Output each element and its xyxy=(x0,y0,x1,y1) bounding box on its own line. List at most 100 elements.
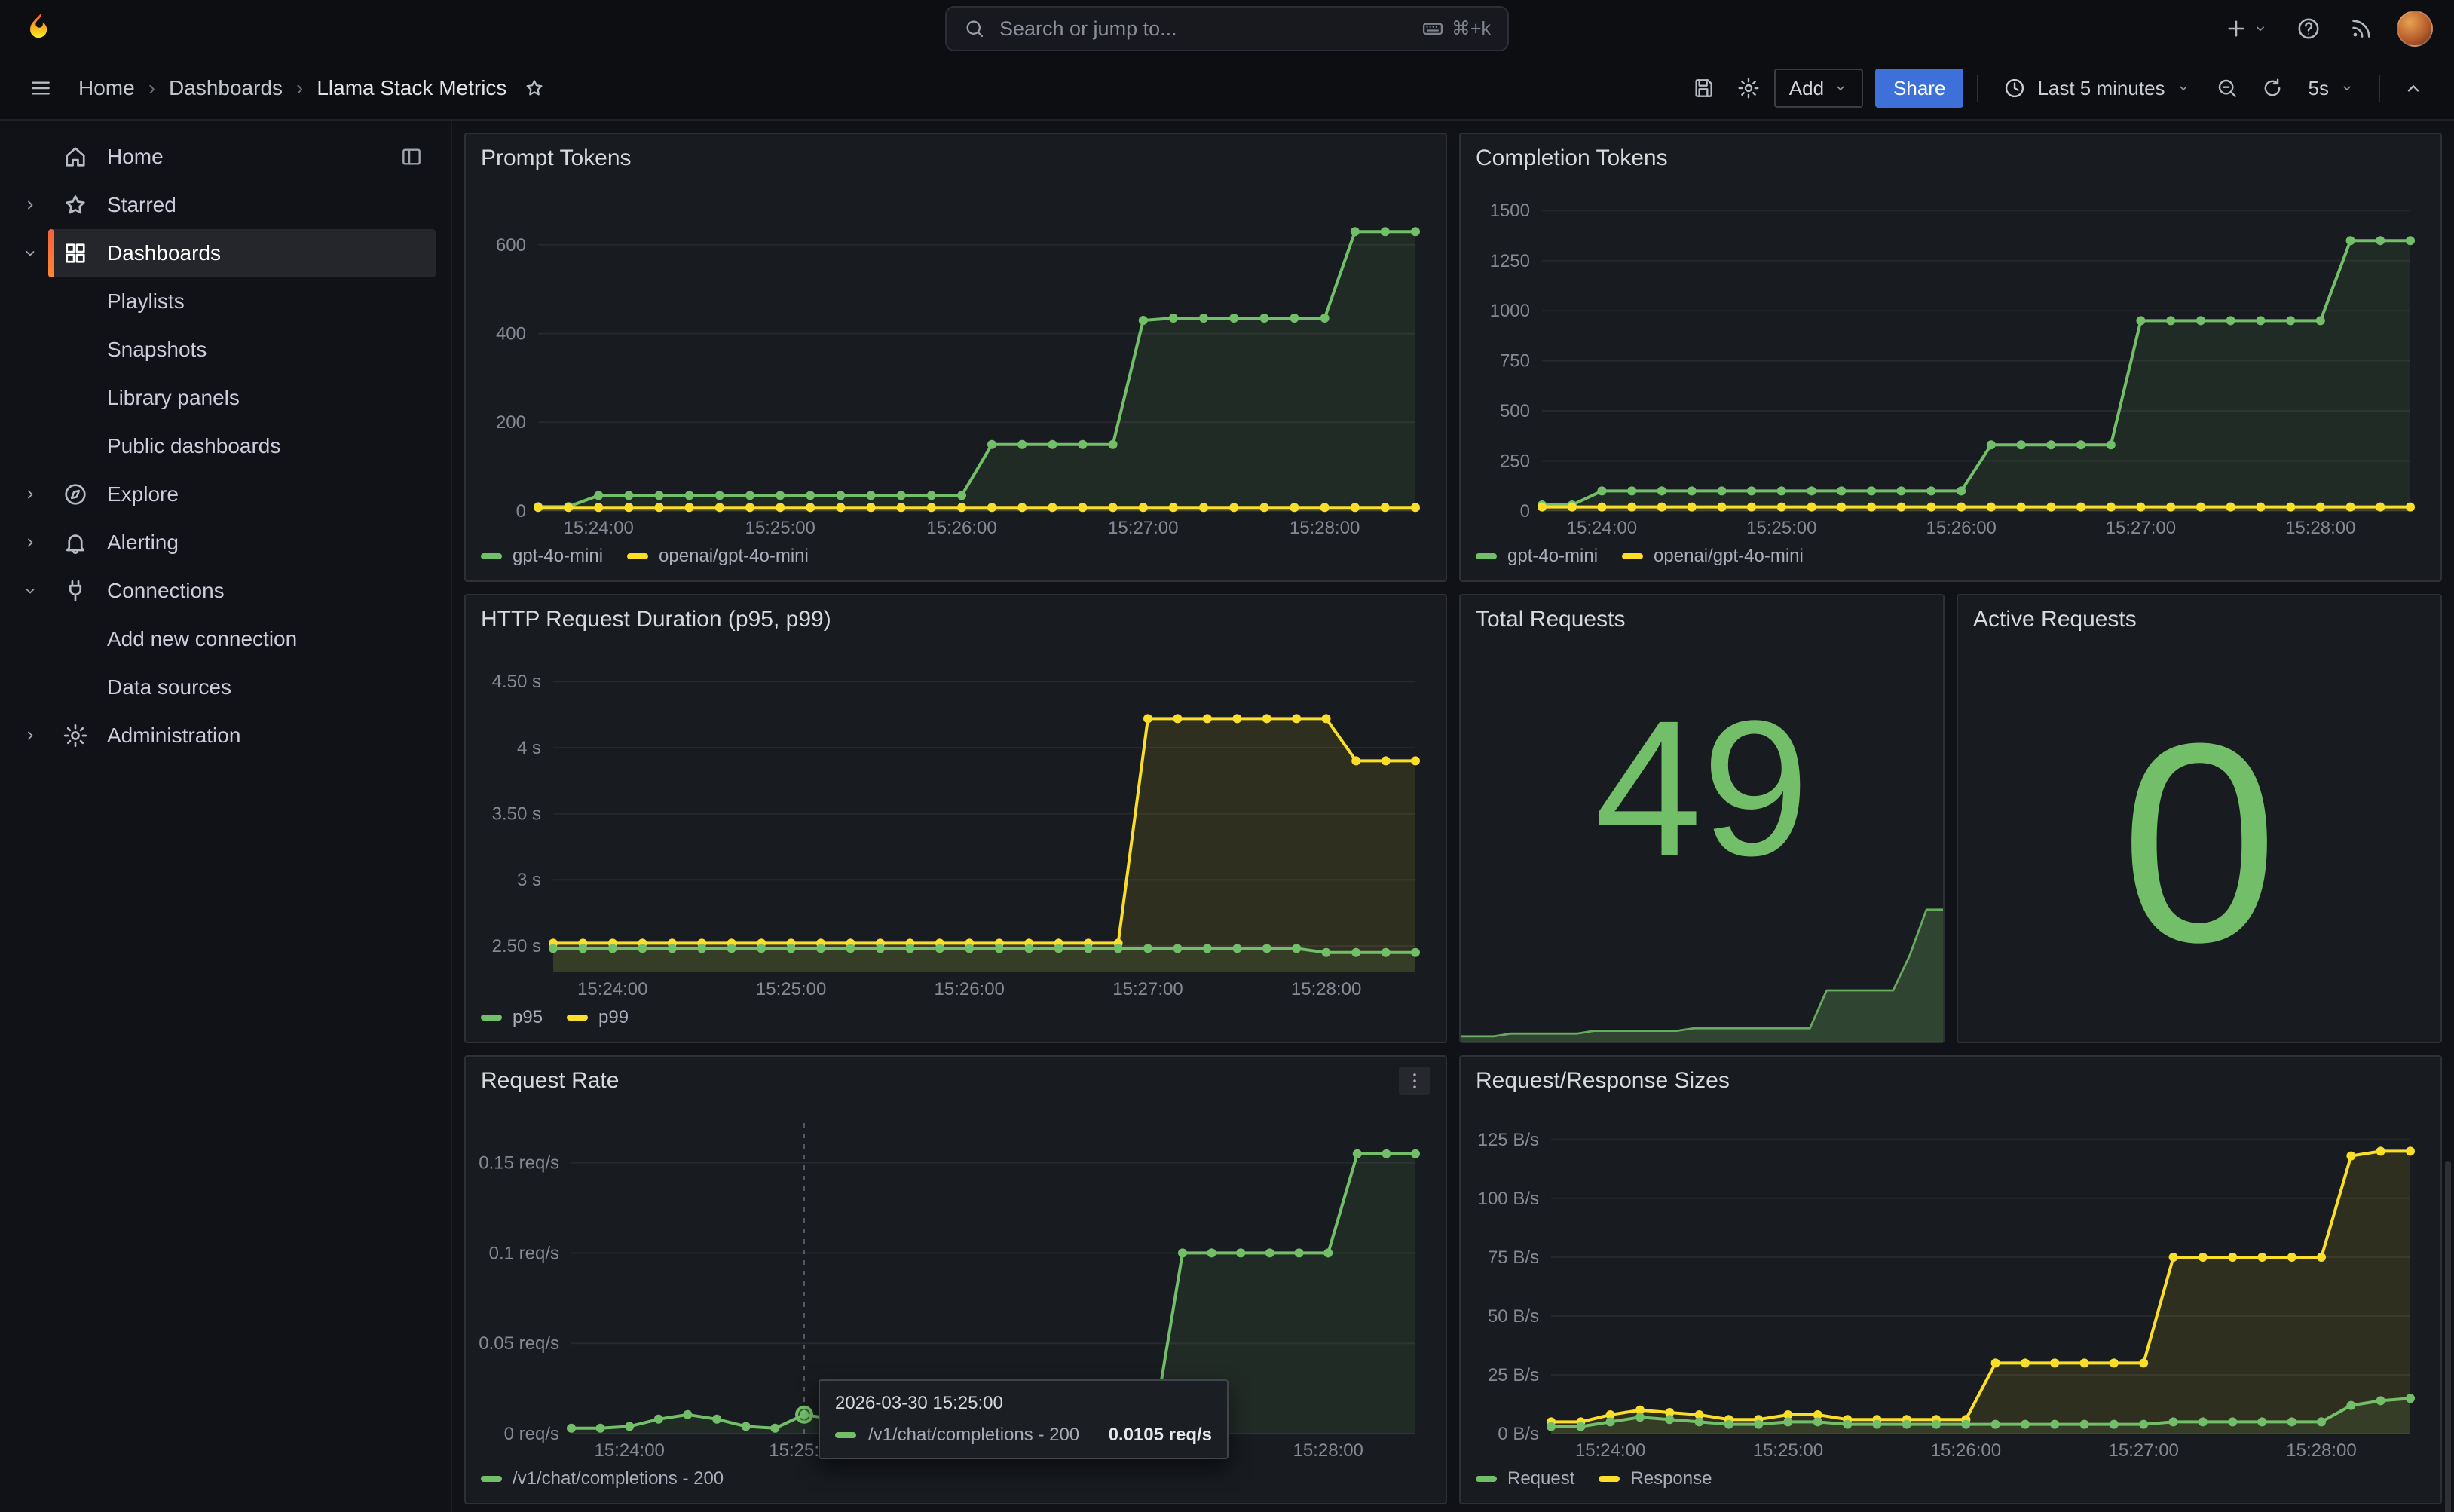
sidebar-item-add-new-connection[interactable]: Add new connection xyxy=(0,615,451,663)
panel-title[interactable]: Completion Tokens xyxy=(1476,145,1668,171)
legend-item[interactable]: gpt-4o-mini xyxy=(481,546,603,567)
avatar[interactable] xyxy=(2397,11,2433,47)
new-button[interactable] xyxy=(2219,11,2273,46)
refresh-button[interactable] xyxy=(2253,69,2292,108)
legend-item[interactable]: Response xyxy=(1599,1468,1712,1489)
chart-tooltip: 2026-03-30 15:25:00 /v1/chat/completions… xyxy=(819,1379,1229,1459)
chevron-down-icon xyxy=(2252,20,2269,37)
sidebar-item-library-panels[interactable]: Library panels xyxy=(0,374,451,422)
scrollbar-thumb[interactable] xyxy=(2445,1161,2451,1512)
sidebar-item-starred[interactable]: Starred xyxy=(0,181,451,229)
search-icon xyxy=(963,17,986,40)
svg-text:15:24:00: 15:24:00 xyxy=(577,979,647,999)
sidebar-item-explore[interactable]: Explore xyxy=(0,470,451,519)
collapse-toolbar-button[interactable] xyxy=(2394,69,2433,108)
legend-item[interactable]: openai/gpt-4o-mini xyxy=(1622,546,1804,567)
panel-legend: gpt-4o-mini openai/gpt-4o-mini xyxy=(1461,541,2440,580)
sidebar-item-administration[interactable]: Administration xyxy=(0,712,451,760)
svg-text:1250: 1250 xyxy=(1490,251,1530,271)
share-button[interactable]: Share xyxy=(1875,69,1963,108)
svg-text:500: 500 xyxy=(1500,401,1530,421)
svg-text:15:24:00: 15:24:00 xyxy=(1575,1440,1645,1461)
panel-title[interactable]: Total Requests xyxy=(1476,607,1625,632)
svg-text:3.50 s: 3.50 s xyxy=(492,804,541,825)
zoom-out-icon xyxy=(2215,76,2239,100)
news-button[interactable] xyxy=(2344,11,2379,46)
svg-text:0 req/s: 0 req/s xyxy=(504,1424,559,1444)
legend-item[interactable]: p95 xyxy=(481,1007,543,1028)
svg-text:15:24:00: 15:24:00 xyxy=(1567,518,1637,538)
mega-menu-button[interactable] xyxy=(21,69,60,108)
tooltip-time: 2026-03-30 15:25:00 xyxy=(835,1393,1212,1414)
completion-tokens-chart[interactable]: 025050075010001250150015:24:0015:25:0015… xyxy=(1470,185,2425,541)
grafana-logo-icon[interactable] xyxy=(21,10,59,47)
panel-legend: /v1/chat/completions - 200 xyxy=(466,1464,1446,1503)
sidebar-item-connections[interactable]: Connections xyxy=(0,567,451,615)
svg-text:250: 250 xyxy=(1500,451,1530,472)
svg-text:15:27:00: 15:27:00 xyxy=(2106,518,2176,538)
sidebar-item-label: Connections xyxy=(107,579,225,603)
add-panel-button[interactable]: Add xyxy=(1774,69,1863,108)
panel-menu-icon[interactable] xyxy=(1399,1067,1430,1095)
panel-title[interactable]: Request/Response Sizes xyxy=(1476,1068,1730,1094)
request-response-sizes-chart[interactable]: 0 B/s25 B/s50 B/s75 B/s100 B/s125 B/s15:… xyxy=(1470,1108,2425,1464)
chevron-down-icon[interactable] xyxy=(12,582,48,600)
breadcrumb-dashboards[interactable]: Dashboards xyxy=(169,76,283,100)
chevron-down-icon xyxy=(1833,81,1848,96)
legend-item[interactable]: openai/gpt-4o-mini xyxy=(627,546,809,567)
chevron-right-icon[interactable] xyxy=(12,196,48,214)
svg-text:15:27:00: 15:27:00 xyxy=(1112,979,1183,999)
prompt-tokens-chart[interactable]: 020040060015:24:0015:25:0015:26:0015:27:… xyxy=(475,185,1430,541)
sidebar-item-alerting[interactable]: Alerting xyxy=(0,519,451,567)
legend-item[interactable]: Request xyxy=(1476,1468,1574,1489)
chevron-right-icon[interactable] xyxy=(12,534,48,552)
sidebar-item-snapshots[interactable]: Snapshots xyxy=(0,326,451,374)
dock-icon[interactable] xyxy=(399,145,424,169)
svg-text:15:26:00: 15:26:00 xyxy=(926,518,996,538)
active-requests-value: 0 xyxy=(2120,701,2278,984)
sidebar-item-data-sources[interactable]: Data sources xyxy=(0,663,451,712)
save-dashboard-button[interactable] xyxy=(1684,69,1723,108)
svg-text:4.50 s: 4.50 s xyxy=(492,672,541,692)
time-range-picker[interactable]: Last 5 minutes xyxy=(1992,69,2201,108)
zoom-out-time-button[interactable] xyxy=(2208,69,2247,108)
panel-legend: Request Response xyxy=(1461,1464,2440,1503)
toolbar-divider xyxy=(2379,75,2380,102)
legend-item[interactable]: /v1/chat/completions - 200 xyxy=(481,1468,724,1489)
chevron-down-icon[interactable] xyxy=(12,244,48,262)
svg-text:0: 0 xyxy=(1520,501,1530,522)
panel-title[interactable]: Active Requests xyxy=(1973,607,2137,632)
svg-text:15:28:00: 15:28:00 xyxy=(2286,1440,2356,1461)
sidebar-item-playlists[interactable]: Playlists xyxy=(0,277,451,326)
star-icon xyxy=(523,77,546,99)
sidebar-item-home[interactable]: Home xyxy=(0,133,451,181)
svg-text:400: 400 xyxy=(496,324,526,344)
legend-item[interactable]: gpt-4o-mini xyxy=(1476,546,1598,567)
plus-icon xyxy=(2223,16,2249,41)
http-duration-chart[interactable]: 2.50 s3 s3.50 s4 s4.50 s15:24:0015:25:00… xyxy=(475,647,1430,1002)
sidebar-item-dashboards[interactable]: Dashboards xyxy=(0,229,451,277)
sidebar-item-label: Dashboards xyxy=(107,241,221,265)
search-input[interactable]: Search or jump to... ⌘+k xyxy=(945,6,1509,51)
svg-text:600: 600 xyxy=(496,235,526,256)
dashboard-settings-button[interactable] xyxy=(1729,69,1768,108)
breadcrumb-separator xyxy=(148,76,155,100)
svg-text:2.50 s: 2.50 s xyxy=(492,936,541,956)
help-button[interactable] xyxy=(2291,11,2326,46)
chevron-right-icon[interactable] xyxy=(12,727,48,745)
svg-text:1500: 1500 xyxy=(1490,200,1530,221)
breadcrumb-home[interactable]: Home xyxy=(78,76,135,100)
legend-item[interactable]: p99 xyxy=(567,1007,629,1028)
chevron-down-icon xyxy=(2339,81,2355,96)
panel-title[interactable]: Prompt Tokens xyxy=(481,145,632,171)
sidebar-item-public-dashboards[interactable]: Public dashboards xyxy=(0,422,451,470)
refresh-interval-picker[interactable]: 5s xyxy=(2298,69,2365,108)
sidebar-item-label: Explore xyxy=(107,482,179,507)
sidebar-nav: HomeStarred Dashboards Playlists Snapshots L… xyxy=(0,121,452,1512)
panel-title[interactable]: Request Rate xyxy=(481,1068,619,1094)
panel-title[interactable]: HTTP Request Duration (p95, p99) xyxy=(481,607,831,632)
favorite-button[interactable] xyxy=(516,69,553,107)
breadcrumb: Home Dashboards Llama Stack Metrics xyxy=(78,76,506,100)
sidebar-item-label: Snapshots xyxy=(107,338,207,362)
chevron-right-icon[interactable] xyxy=(12,485,48,503)
